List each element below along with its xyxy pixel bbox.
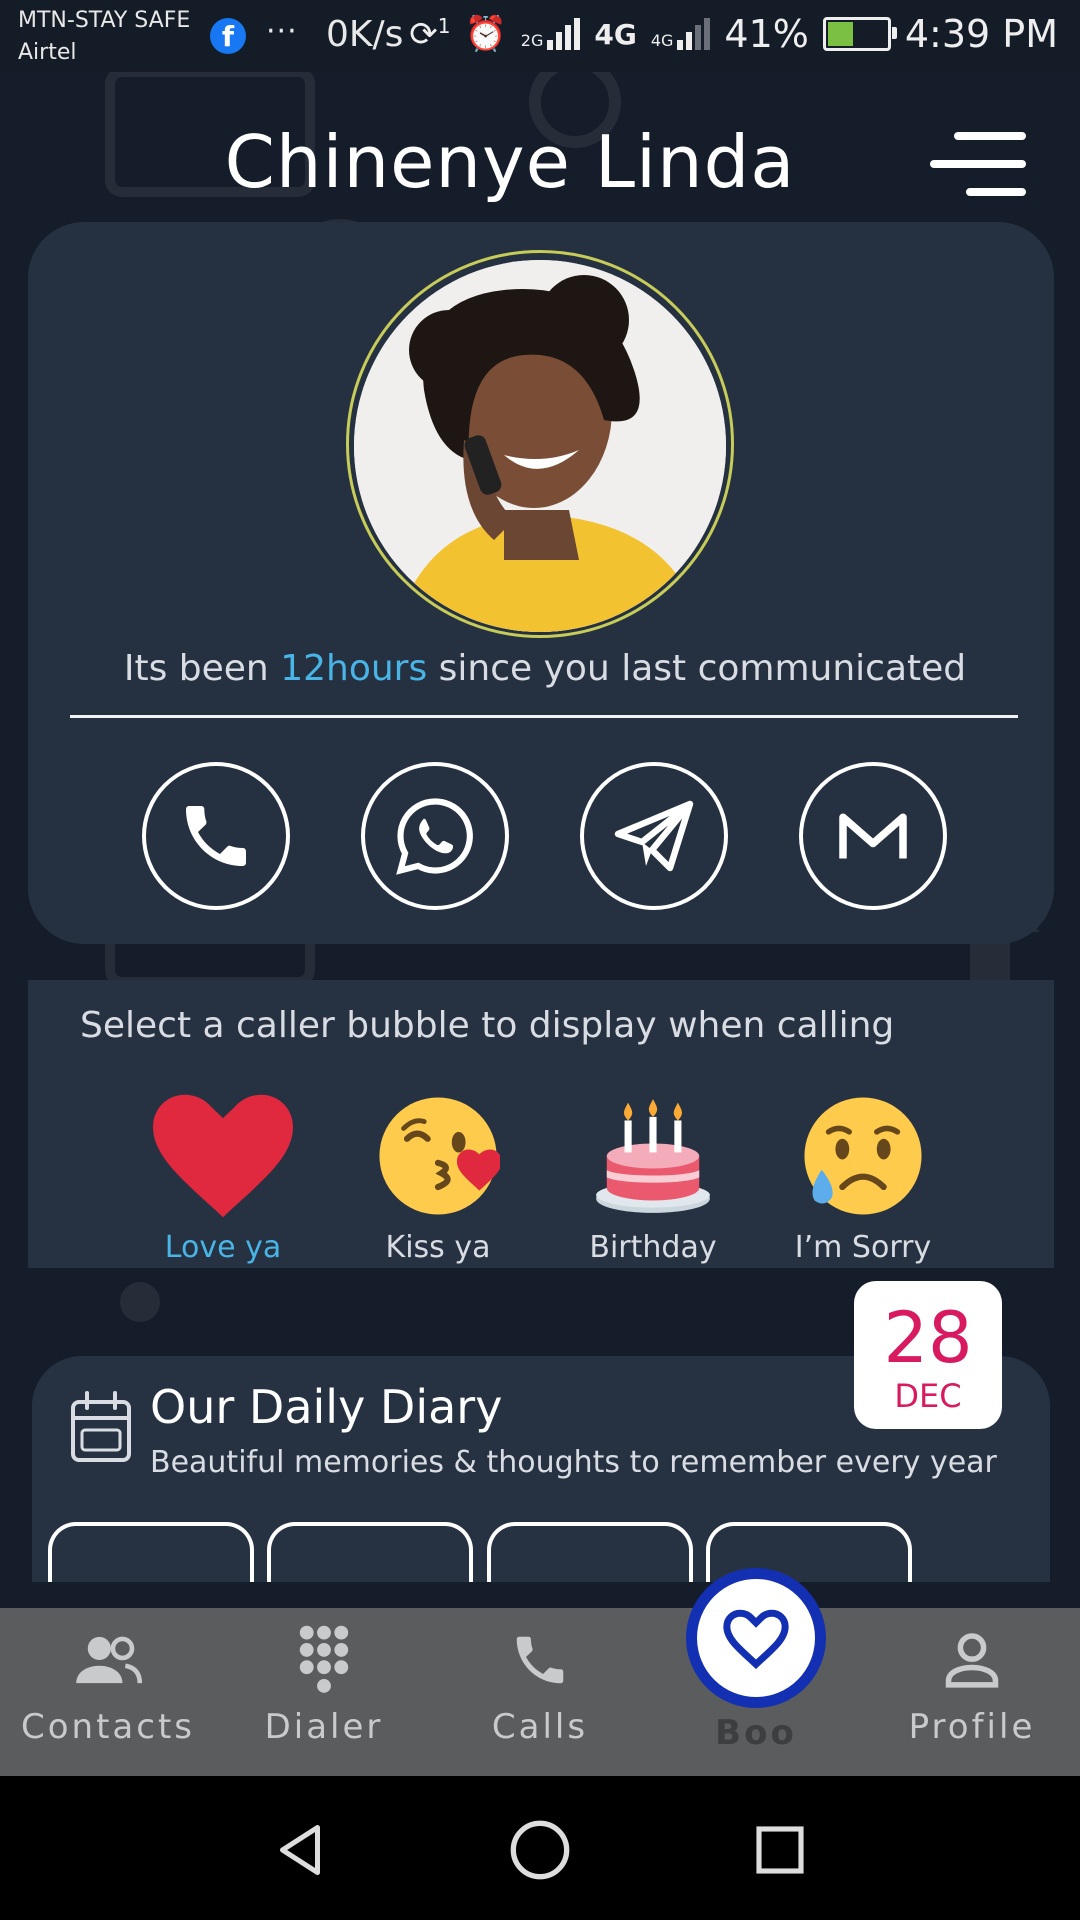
back-triangle-icon — [280, 1825, 320, 1875]
nav-profile[interactable]: Profile — [882, 1625, 1062, 1747]
date-badge: 28 DEC — [854, 1281, 1002, 1429]
last-communication-text: Its been 12hours since you last communic… — [123, 648, 967, 689]
recents-square-icon — [756, 1826, 804, 1874]
calendar-icon — [71, 1391, 131, 1462]
heart-icon — [153, 1094, 293, 1218]
nav-label-boo: Boo — [715, 1713, 797, 1753]
nav-boo[interactable] — [686, 1568, 826, 1708]
home-circle-icon — [510, 1820, 570, 1880]
clock: 4:39 PM — [904, 12, 1058, 56]
diary-title: Our Daily Diary — [150, 1380, 503, 1434]
home-button[interactable] — [500, 1810, 580, 1890]
gmail-icon — [839, 813, 907, 859]
heart-icon — [723, 1609, 789, 1669]
email-button[interactable] — [799, 762, 947, 910]
recents-button[interactable] — [740, 1810, 820, 1890]
kiss-emoji-icon — [379, 1097, 500, 1215]
signal-4g-small-icon: 4G — [651, 18, 711, 50]
bubble-label: Birthday — [589, 1230, 717, 1265]
divider — [70, 715, 1018, 718]
bubble-love-ya[interactable]: Love ya — [138, 1086, 308, 1265]
page-title: Chinenye Linda — [224, 120, 796, 204]
phone-icon — [186, 806, 246, 866]
telegram-icon — [614, 800, 694, 872]
cake-icon — [596, 1099, 710, 1213]
carrier-name-1: MTN-STAY SAFE — [18, 8, 191, 33]
contacts-icon — [76, 1636, 143, 1684]
menu-button[interactable] — [930, 130, 1030, 200]
person-icon — [945, 1633, 999, 1688]
avatar-photo — [354, 260, 726, 632]
telegram-button[interactable] — [580, 762, 728, 910]
nav-label: Calls — [491, 1707, 589, 1747]
date-month: DEC — [894, 1377, 962, 1415]
whatsapp-button[interactable] — [361, 762, 509, 910]
nav-label: Profile — [908, 1707, 1036, 1747]
dialpad-icon — [299, 1625, 349, 1693]
status-icons: ⟳1 ⏰ 2G 4G 4G 41% 4:39 PM — [409, 12, 1058, 56]
diary-subtitle: Beautiful memories & thoughts to remembe… — [150, 1445, 997, 1480]
alarm-icon: ⏰ — [464, 14, 507, 54]
signal-2g-icon: 2G — [521, 18, 581, 50]
sad-emoji-icon — [804, 1097, 922, 1215]
back-button[interactable] — [260, 1810, 340, 1890]
battery-icon — [822, 17, 897, 51]
bubble-birthday[interactable]: Birthday — [568, 1086, 738, 1265]
bubble-label: I’m Sorry — [794, 1230, 932, 1265]
bubble-kiss-ya[interactable]: Kiss ya — [353, 1086, 523, 1265]
phone-icon — [516, 1636, 564, 1684]
nav-label: Contacts — [21, 1707, 195, 1747]
bubble-im-sorry[interactable]: I’m Sorry — [778, 1086, 948, 1265]
nav-label: Dialer — [264, 1707, 384, 1747]
facebook-notification-icon: f — [210, 18, 246, 54]
diary-scroll-edge — [0, 1582, 1080, 1608]
avatar[interactable] — [354, 260, 726, 632]
more-notifications-icon: ··· — [266, 14, 298, 49]
last-communication-duration: 12hours — [280, 648, 428, 689]
network-speed: 0K/s — [326, 14, 404, 55]
bubble-label: Kiss ya — [385, 1230, 491, 1265]
phone-call-button[interactable] — [142, 762, 290, 910]
date-day: 28 — [883, 1297, 973, 1379]
nav-calls[interactable]: Calls — [450, 1625, 630, 1747]
nav-contacts[interactable]: Contacts — [18, 1625, 198, 1747]
nav-dialer[interactable]: Dialer — [234, 1625, 414, 1747]
caller-bubble-title: Select a caller bubble to display when c… — [80, 1005, 895, 1046]
battery-percent: 41% — [724, 12, 809, 56]
whatsapp-icon — [396, 798, 473, 875]
sync-icon: ⟳1 — [409, 13, 451, 55]
signal-4g-icon: 4G — [594, 17, 637, 51]
carrier-name-2: Airtel — [18, 40, 77, 65]
bubble-label: Love ya — [164, 1230, 282, 1265]
